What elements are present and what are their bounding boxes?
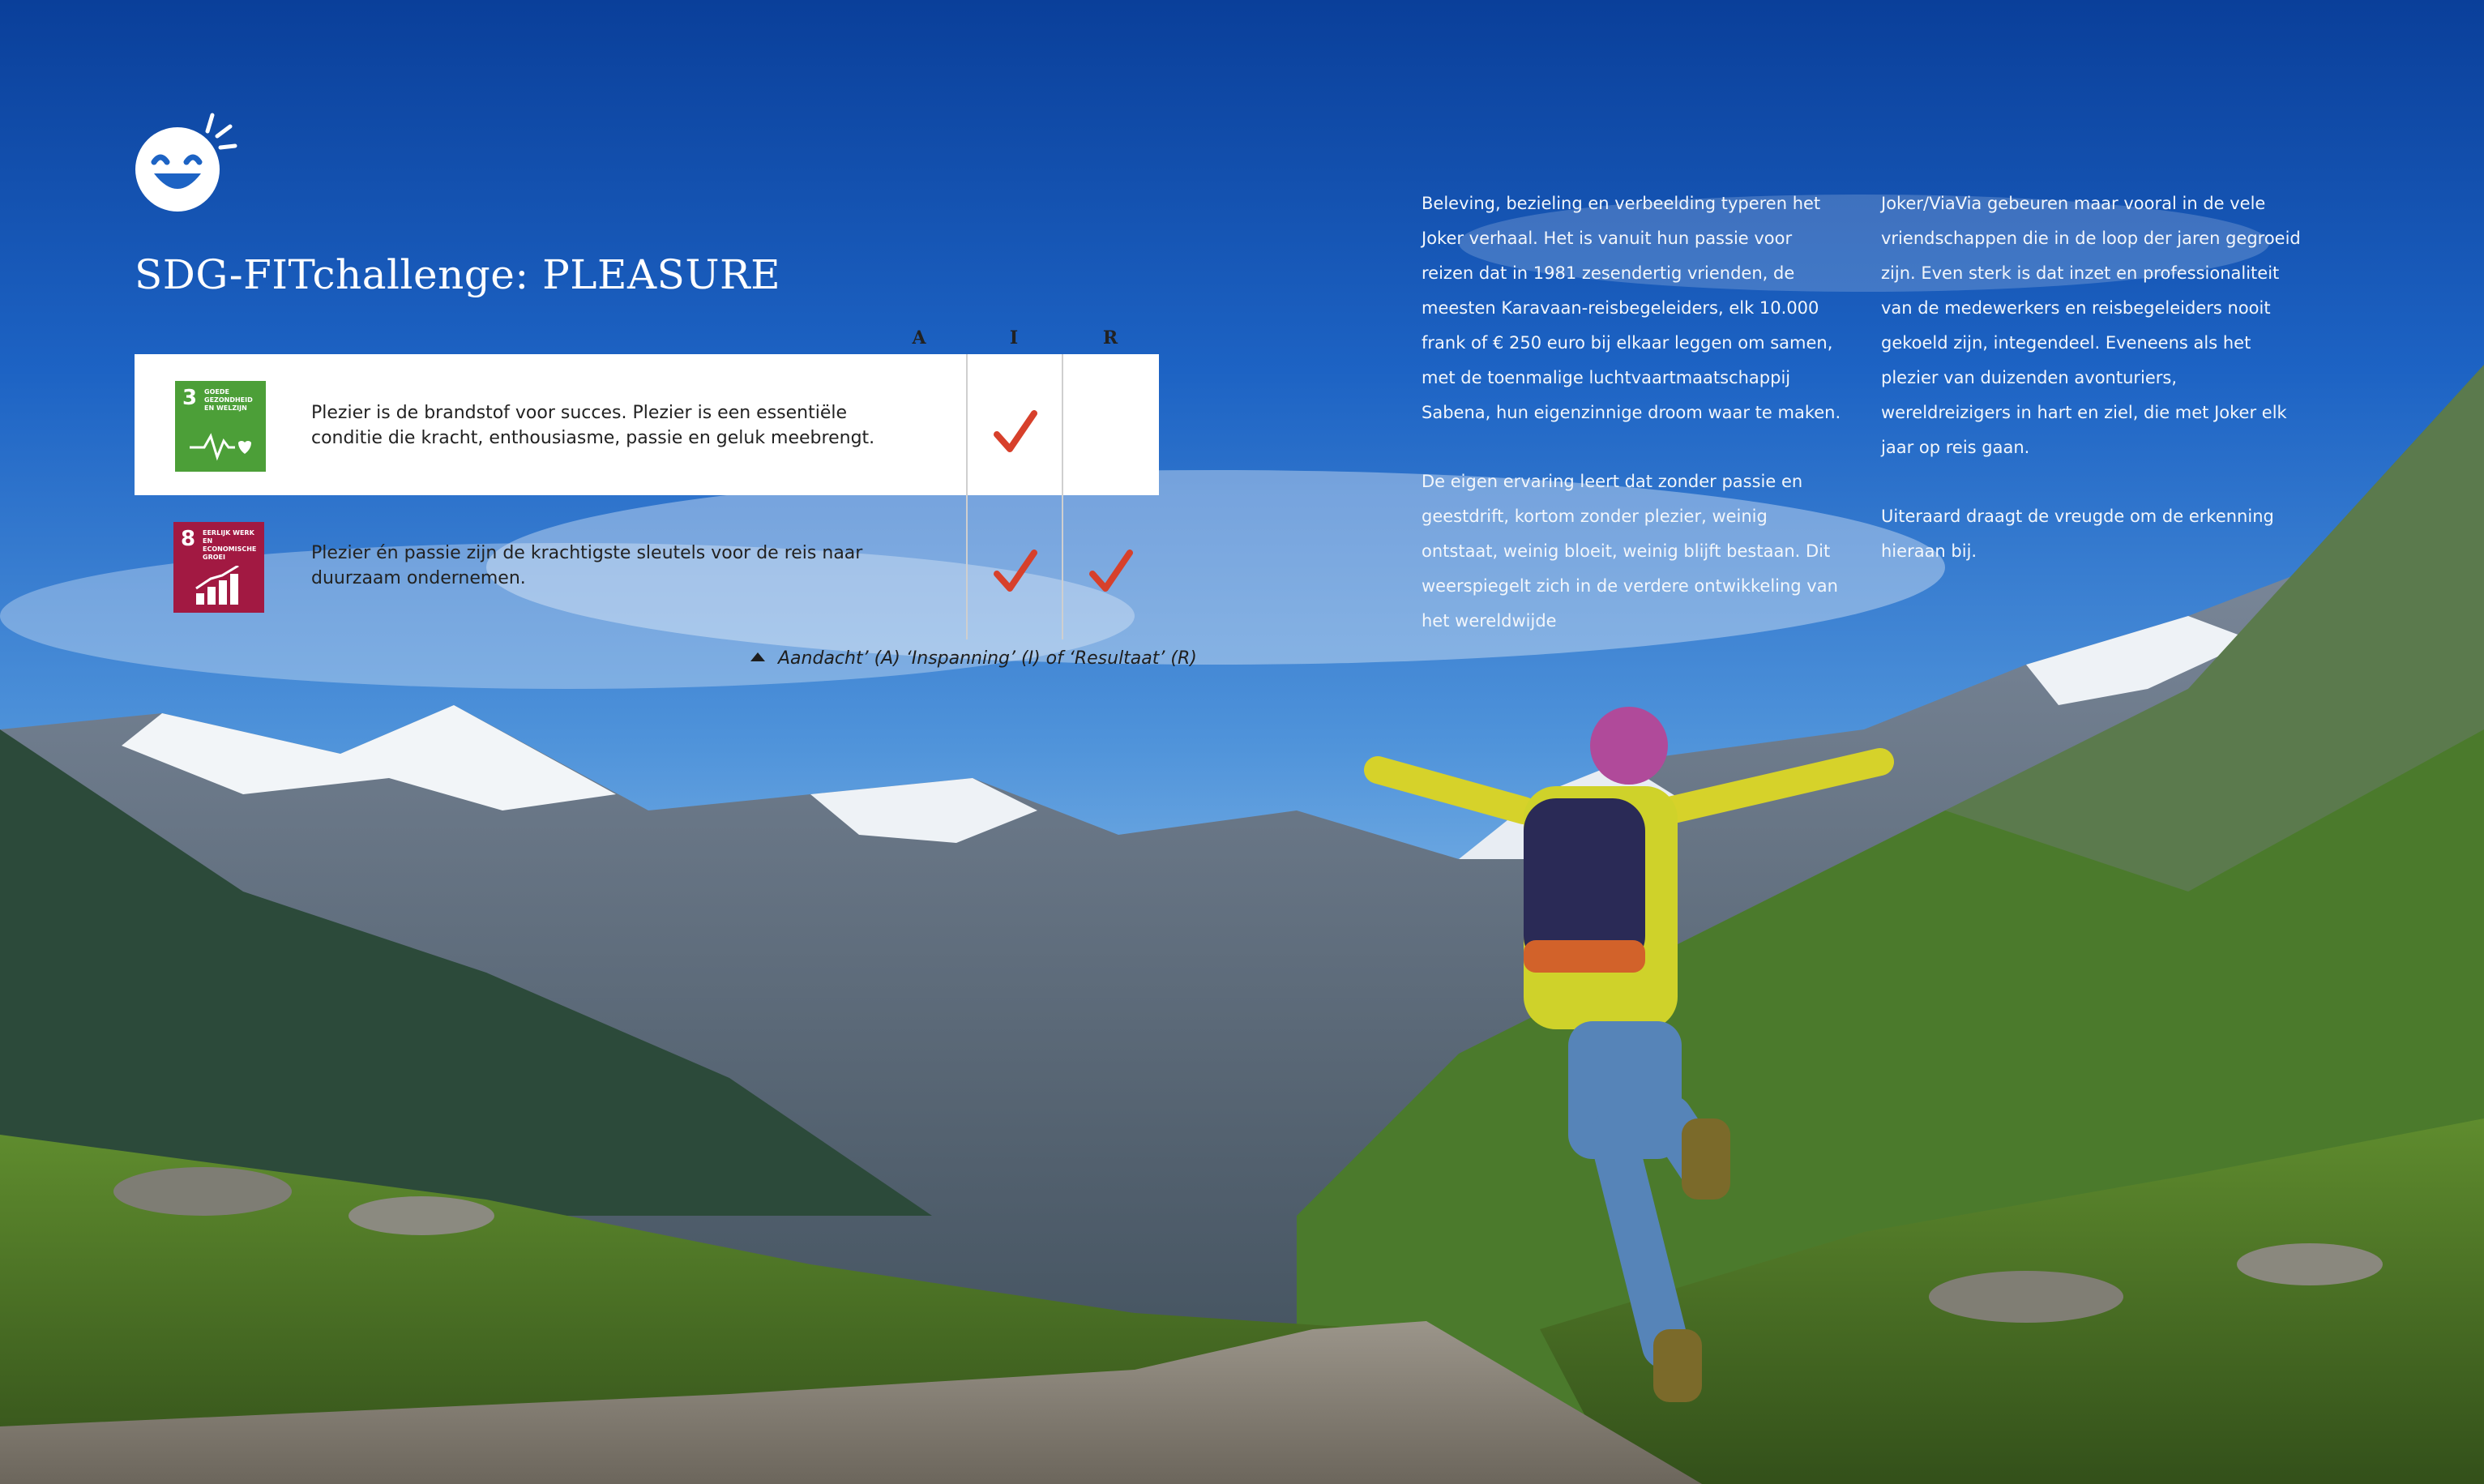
table-legend: Aandacht’ (A) ‘Inspanning’ (I) of ‘Resul… [750, 648, 1197, 669]
sdg-8-badge: 8 Eerlijk werk en economische groei [173, 522, 264, 613]
row-text: Plezier is de brandstof voor succes. Ple… [311, 403, 875, 448]
column-header-r: R [1102, 327, 1118, 349]
checkmark-icon [1089, 550, 1133, 592]
column-header-i: I [1009, 327, 1019, 349]
paragraph: De eigen ervaring leert dat zonder passi… [1422, 472, 1838, 631]
column-header-a: A [912, 327, 926, 349]
paragraph: Beleving, bezieling en verbeelding typer… [1422, 194, 1841, 422]
row-text: Plezier én passie zijn de krachtigste sl… [311, 543, 863, 588]
column-divider [966, 354, 968, 639]
legend-text: Aandacht’ (A) ‘Inspanning’ (I) of ‘Resul… [778, 648, 1197, 669]
sdg-number: 8 [181, 527, 196, 551]
checkmark-icon [994, 550, 1037, 592]
laughing-smiley-icon [135, 113, 237, 212]
page-title: SDG-FITchallenge: PLEASURE [135, 251, 781, 298]
triangle-up-icon [750, 652, 765, 661]
checkmark-icon [994, 410, 1037, 452]
body-column-1: Beleving, bezieling en verbeelding typer… [1422, 186, 1843, 673]
sdg-number: 3 [182, 386, 198, 410]
sdg-3-badge: 3 Goede gezondheid en welzijn [175, 381, 266, 472]
sdg-label: Goede gezondheid en welzijn [204, 388, 253, 412]
growth-chart-icon [195, 566, 239, 605]
body-column-2: Joker/ViaVia gebeuren maar vooral in de … [1881, 186, 2302, 603]
column-divider [1062, 354, 1063, 639]
paragraph: Uiteraard draagt de vreugde om de erkenn… [1881, 507, 2274, 561]
heartbeat-icon [190, 433, 251, 461]
sdg-label: Eerlijk werk en economische groei [203, 529, 257, 561]
paragraph: Joker/ViaVia gebeuren maar vooral in de … [1881, 194, 2301, 457]
